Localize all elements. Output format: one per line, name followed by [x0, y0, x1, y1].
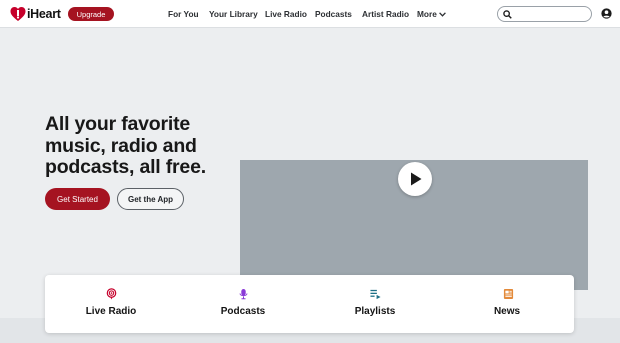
search-input[interactable] [514, 8, 588, 20]
nav-your-library[interactable]: Your Library [209, 7, 258, 21]
play-button[interactable] [398, 162, 432, 196]
category-label: Podcasts [220, 306, 266, 317]
hero-headline: All your favorite music, radio and podca… [45, 113, 206, 178]
user-icon[interactable] [601, 8, 612, 19]
category-label: News [493, 306, 521, 317]
microphone-icon [239, 289, 248, 300]
category-podcasts[interactable]: Podcasts [177, 275, 309, 333]
playlist-icon [370, 289, 381, 300]
category-cards: Live Radio Podcasts Playlists News [45, 275, 574, 333]
nav-more-label: More [417, 9, 437, 19]
play-icon [411, 172, 422, 186]
category-label: Playlists [354, 306, 396, 317]
live-radio-icon [106, 288, 117, 300]
news-icon [503, 289, 514, 299]
category-label: Live Radio [85, 306, 137, 317]
brand-name: iHeart [27, 7, 61, 21]
category-news[interactable]: News [441, 275, 573, 333]
upgrade-button[interactable]: Upgrade [68, 7, 114, 21]
chevron-down-icon [438, 11, 446, 17]
get-started-button[interactable]: Get Started [45, 188, 110, 210]
nav-live-radio[interactable]: Live Radio [265, 7, 307, 21]
nav-for-you[interactable]: For You [168, 7, 199, 21]
search-icon [503, 10, 512, 19]
search-field[interactable] [497, 6, 592, 22]
iheart-logo[interactable]: iHeart [10, 6, 61, 22]
iheart-heart-icon [10, 7, 26, 21]
nav-artist-radio[interactable]: Artist Radio [362, 7, 409, 21]
nav-podcasts[interactable]: Podcasts [315, 7, 352, 21]
video-player[interactable] [240, 160, 588, 290]
get-the-app-button[interactable]: Get the App [117, 188, 184, 210]
category-live-radio[interactable]: Live Radio [45, 275, 177, 333]
nav-more[interactable]: More [417, 7, 446, 21]
top-navigation-bar: iHeart Upgrade For You Your Library Live… [0, 0, 620, 28]
category-playlists[interactable]: Playlists [309, 275, 441, 333]
